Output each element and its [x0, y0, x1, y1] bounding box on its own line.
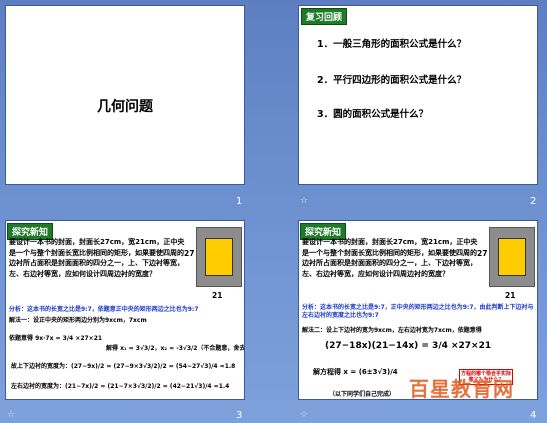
cover-figure — [489, 227, 535, 287]
slide-3-equation-2: 故上下边衬的宽度为：(27−9x)/2 = (27−9×3√3/2)/2 = (… — [11, 363, 236, 370]
slide-3-equation-3: 左右边衬的宽度为：(21−7x)/2 = (21−7×3√3/2)/2 = (4… — [11, 383, 230, 390]
dimension-length: 27 — [477, 249, 488, 258]
slide-4-thumbnail[interactable]: 探究新知 要设计一本书的封面，封面长27cm，宽21cm，正中央是一个与整个封面… — [298, 220, 538, 400]
inner-rectangle — [205, 238, 233, 276]
inner-rectangle — [498, 238, 526, 276]
slide-4-problem: 要设计一本书的封面，封面长27cm，宽21cm，正中央是一个与整个封面长宽比例相… — [302, 238, 478, 278]
slide-4-analysis: 分析：这本书的长宽之比是9:7，正中央的矩形两边之比也为9:7，由此判断上下边衬… — [302, 304, 534, 319]
cover-figure — [196, 227, 242, 287]
slide-4-equation: (27−18x)(21−14x) = 3/4 ×27×21 — [325, 341, 492, 351]
slide-3-number: 3 — [236, 410, 243, 421]
slide-3-problem: 要设计一本书的封面，封面长27cm，宽21cm，正中央是一个与整个封面长宽比例相… — [9, 238, 185, 278]
slide-4-number: 4 — [530, 410, 537, 421]
question-3: 3．圆的面积公式是什么？ — [317, 109, 429, 120]
slide-4-transition-icon: ☆ — [300, 410, 309, 420]
slide-3-analysis: 分析：这本书的长宽之比是9:7，依题意正中央的矩形两边之比也为9:7 — [9, 306, 199, 313]
slide-4-rest: （以下同学们自己完成） — [329, 391, 396, 398]
watermark: 百星教育网 — [409, 377, 514, 400]
slide-1-title: 几何问题 — [97, 99, 153, 115]
slide-2-transition-icon: ☆ — [300, 196, 309, 206]
slide-1-thumbnail[interactable]: 几何问题 — [5, 5, 245, 185]
slide-1-number: 1 — [236, 196, 243, 207]
slide-4-solution: 解法二：设上下边衬的宽为9xcm，左右边衬宽为7xcm，依题意得 — [302, 327, 482, 334]
dimension-width: 21 — [212, 291, 223, 300]
slide-3-transition-icon: ☆ — [7, 410, 16, 420]
slide-3-equation-1: 依题意得 9x·7x = 3/4 ×27×21 — [9, 335, 103, 342]
slide-2-number: 2 — [530, 196, 537, 207]
dimension-width: 21 — [505, 291, 516, 300]
question-2: 2．平行四边形的面积公式是什么？ — [317, 75, 467, 86]
slide-2-thumbnail[interactable]: 复习回顾 1．一般三角形的面积公式是什么？ 2．平行四边形的面积公式是什么？ 3… — [298, 5, 538, 185]
slide-3-solution: 解法一：设正中央的矩形两边分别为9xcm，7xcm — [9, 317, 147, 324]
question-1: 1．一般三角形的面积公式是什么？ — [317, 39, 467, 50]
slide-2-tag: 复习回顾 — [301, 8, 348, 25]
dimension-length: 27 — [184, 249, 195, 258]
slide-3-thumbnail[interactable]: 探究新知 要设计一本书的封面，封面长27cm，宽21cm，正中央是一个与整个封面… — [5, 220, 245, 400]
slide-4-solve: 解方程得 x = (6±3√3)/4 — [313, 368, 398, 376]
slide-3-equation-1b: 解得 x₁ = 3√3/2，x₂ = -3√3/2（不合题意，舍去） — [106, 345, 245, 352]
